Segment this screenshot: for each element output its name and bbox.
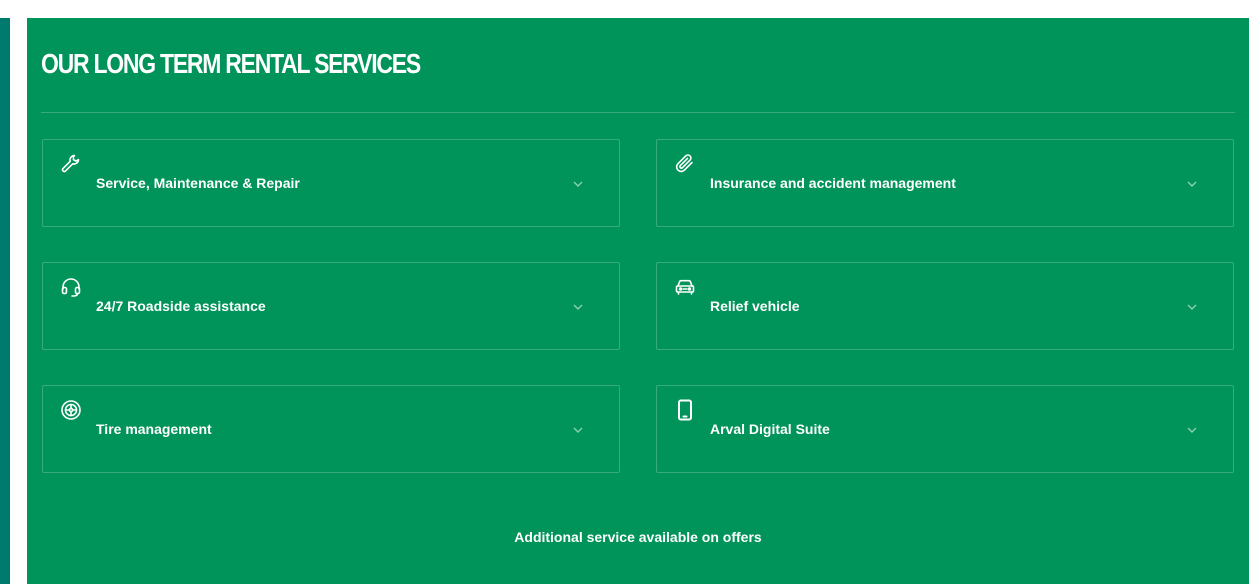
title-divider: [41, 112, 1235, 113]
service-card-label: 24/7 Roadside assistance: [96, 298, 266, 314]
service-card-label: Insurance and accident management: [710, 175, 956, 191]
smartphone-icon: [673, 398, 697, 422]
car-icon: [673, 275, 697, 299]
paperclip-icon: [673, 152, 697, 176]
page-margin-top: [0, 0, 1249, 18]
headset-icon: [59, 275, 83, 299]
chevron-down-icon: [571, 300, 585, 314]
section-title: OUR LONG TERM RENTAL SERVICES: [41, 48, 421, 79]
service-card-label: Service, Maintenance & Repair: [96, 175, 300, 191]
chevron-down-icon: [1185, 177, 1199, 191]
service-card-label: Relief vehicle: [710, 298, 800, 314]
chevron-down-icon: [571, 177, 585, 191]
chevron-down-icon: [571, 423, 585, 437]
chevron-down-icon: [1185, 300, 1199, 314]
service-card-label: Arval Digital Suite: [710, 421, 830, 437]
wrench-icon: [59, 152, 83, 176]
page-margin-left: [10, 0, 27, 584]
service-card-insurance[interactable]: Insurance and accident management: [656, 139, 1234, 227]
service-card-roadside-assistance[interactable]: 24/7 Roadside assistance: [42, 262, 620, 350]
long-term-rental-services-panel: OUR LONG TERM RENTAL SERVICES Service, M…: [27, 18, 1249, 584]
outer-frame-edge: [0, 0, 10, 584]
tire-icon: [59, 398, 83, 422]
service-card-tire-management[interactable]: Tire management: [42, 385, 620, 473]
service-card-maintenance[interactable]: Service, Maintenance & Repair: [42, 139, 620, 227]
service-card-digital-suite[interactable]: Arval Digital Suite: [656, 385, 1234, 473]
additional-service-note: Additional service available on offers: [514, 529, 762, 545]
service-card-label: Tire management: [96, 421, 212, 437]
service-card-relief-vehicle[interactable]: Relief vehicle: [656, 262, 1234, 350]
chevron-down-icon: [1185, 423, 1199, 437]
